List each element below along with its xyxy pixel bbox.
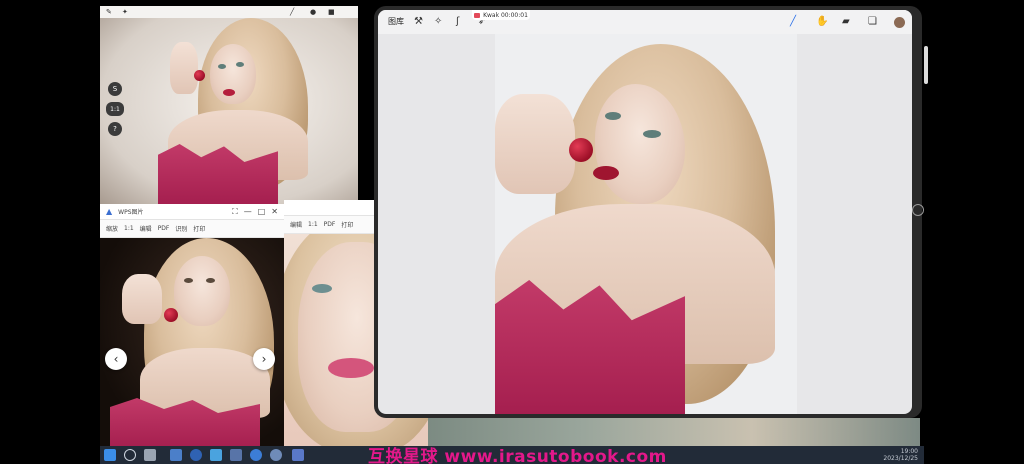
mini-brush-icon[interactable]: ╱: [290, 8, 294, 16]
clock-time: 19:00: [900, 448, 918, 455]
system-clock[interactable]: 19:00 2023/12/25: [883, 448, 918, 462]
magic-wand-icon[interactable]: ✧: [434, 16, 442, 27]
eraser-icon[interactable]: ▰: [842, 16, 850, 27]
procreate-top-bar: 图库 ⚒ ✧ ʃ ➶ ╱ ✋ ▰ ❏: [378, 10, 912, 34]
mini-layers-icon[interactable]: ■: [328, 8, 335, 16]
clock-date: 2023/12/25: [883, 455, 918, 462]
photo-viewer-title: WPS图片: [118, 209, 144, 216]
app-s-icon[interactable]: [250, 449, 262, 461]
wrench-icon[interactable]: ⚒: [414, 16, 423, 27]
mini-artwork: [100, 18, 358, 204]
procreate-screen: 图库 ⚒ ✧ ʃ ➶ ╱ ✋ ▰ ❏ Kwak 00:00:01: [378, 10, 912, 414]
reference-photo-1: [100, 238, 284, 446]
photo-viewer-toolbar: 缩放 1:1 编辑 PDF 识别 打印: [100, 220, 284, 238]
toolbar-zoom[interactable]: 缩放: [106, 224, 118, 233]
smudge-icon[interactable]: ✋: [816, 16, 828, 27]
toolbar-pdf[interactable]: PDF: [158, 225, 170, 232]
mini-canvas-window[interactable]: ✎ ✦ ╱ ● ■ S 1:1 ?: [100, 6, 358, 204]
mini-window-topbar: ✎ ✦ ╱ ● ■: [100, 6, 358, 18]
mini-side-controls: S 1:1 ?: [106, 78, 124, 144]
right-toolbar-print[interactable]: 打印: [341, 220, 353, 229]
toolbar-ocr[interactable]: 识别: [175, 224, 187, 233]
watermark-text: 互换星球 www.irasutobook.com: [368, 447, 667, 464]
procreate-main-window[interactable]: 图库 ⚒ ✧ ʃ ➶ ╱ ✋ ▰ ❏ Kwak 00:00:01: [374, 6, 922, 418]
side-button-s[interactable]: S: [108, 82, 122, 96]
windows-start-icon[interactable]: [104, 449, 116, 461]
drawing-canvas[interactable]: [495, 34, 797, 414]
brush-icon[interactable]: ╱: [790, 16, 796, 27]
mini-smudge-icon[interactable]: ●: [310, 8, 316, 16]
gallery-button[interactable]: 图库: [388, 16, 404, 27]
app-circle-icon[interactable]: [270, 449, 282, 461]
prev-image-button[interactable]: ‹: [105, 348, 127, 370]
close-icon[interactable]: ✕: [271, 207, 278, 216]
browser-icon[interactable]: [190, 449, 202, 461]
file-explorer-icon[interactable]: [170, 449, 182, 461]
layers-icon[interactable]: ❏: [868, 16, 877, 27]
photo-viewer-left[interactable]: ▲ WPS图片 ⛶ — □ ✕ 缩放 1:1 编辑 PDF 识别 打印 ‹ ›: [100, 204, 284, 446]
color-swatch[interactable]: [894, 17, 905, 28]
toolbar-edit[interactable]: 编辑: [140, 224, 152, 233]
photo-viewer-titlebar: ▲ WPS图片 ⛶ — □ ✕: [100, 204, 284, 220]
minimize-icon[interactable]: —: [244, 207, 252, 216]
right-toolbar-actual-size[interactable]: 1:1: [308, 221, 318, 228]
canvas-side-slider[interactable]: [924, 46, 928, 84]
next-image-button[interactable]: ›: [253, 348, 275, 370]
wps-photo-icon[interactable]: [210, 449, 222, 461]
mini-wrench-icon[interactable]: ✎: [106, 8, 112, 16]
record-icon: [474, 12, 481, 18]
mini-wand-icon[interactable]: ✦: [122, 8, 128, 16]
wps-logo-icon: ▲: [106, 207, 113, 216]
search-icon[interactable]: [124, 449, 136, 461]
restore-icon[interactable]: ⛶: [232, 207, 238, 217]
right-toolbar-pdf[interactable]: PDF: [324, 221, 336, 228]
toolbar-actual-size[interactable]: 1:1: [124, 225, 134, 232]
side-button-ratio[interactable]: 1:1: [106, 102, 124, 116]
recording-text: Kwak 00:00:01: [483, 11, 528, 19]
select-s-icon[interactable]: ʃ: [456, 16, 459, 27]
right-toolbar-edit[interactable]: 编辑: [290, 220, 302, 229]
home-button[interactable]: [912, 204, 924, 216]
maximize-icon[interactable]: □: [258, 207, 266, 216]
photo-app-icon[interactable]: [230, 449, 242, 461]
recording-indicator: Kwak 00:00:01: [472, 10, 530, 20]
app-tile-icon[interactable]: [292, 449, 304, 461]
toolbar-print[interactable]: 打印: [193, 224, 205, 233]
task-view-icon[interactable]: [144, 449, 156, 461]
side-button-help[interactable]: ?: [108, 122, 122, 136]
